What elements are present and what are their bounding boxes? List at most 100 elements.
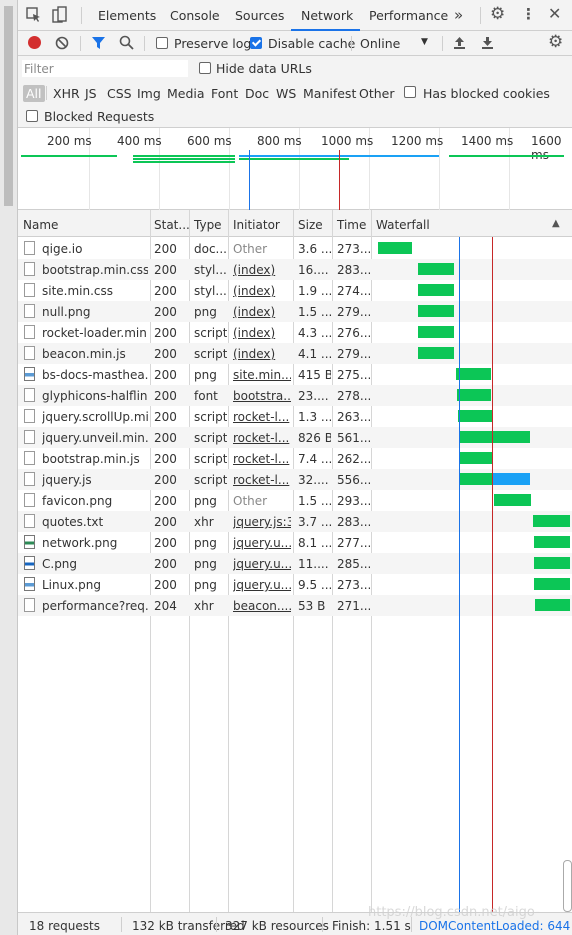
request-name[interactable]: bootstrap.min.js <box>42 452 148 466</box>
column-header-type[interactable]: Type <box>194 218 222 232</box>
waterfall-bar[interactable] <box>459 431 530 443</box>
request-initiator[interactable]: (index) <box>233 305 291 319</box>
filter-icon[interactable] <box>91 36 106 50</box>
overview-timeline[interactable]: 200 ms 400 ms 600 ms 800 ms 1000 ms 1200… <box>18 128 572 210</box>
type-filter-all[interactable]: All <box>23 85 45 102</box>
waterfall-bar[interactable] <box>459 452 492 464</box>
type-filter-manifest[interactable]: Manifest <box>303 86 356 101</box>
request-name[interactable]: site.min.css <box>42 284 148 298</box>
request-name[interactable]: quotes.txt <box>42 515 148 529</box>
hide-data-urls-checkbox[interactable] <box>199 62 211 74</box>
waterfall-bar[interactable] <box>459 473 493 485</box>
waterfall-bar[interactable] <box>418 326 454 338</box>
waterfall-bar[interactable] <box>534 536 570 548</box>
type-filter-ws[interactable]: WS <box>276 86 296 101</box>
request-initiator[interactable]: rocket-l... <box>233 452 291 466</box>
waterfall-bar[interactable] <box>418 347 454 359</box>
type-filter-js[interactable]: JS <box>85 86 97 101</box>
dropdown-caret-icon[interactable]: ▼ <box>421 37 428 47</box>
request-row[interactable]: Linux.png 200 png jquery.u... 9.5 ... 273... <box>18 574 572 595</box>
more-options-icon[interactable]: ⋮ <box>521 5 536 23</box>
import-har-icon[interactable] <box>453 35 466 50</box>
column-header-size[interactable]: Size <box>298 218 323 232</box>
request-initiator[interactable]: (index) <box>233 284 291 298</box>
tab-console[interactable]: Console <box>170 8 220 23</box>
request-initiator[interactable]: (index) <box>233 347 291 361</box>
column-header-name[interactable]: Name <box>23 218 58 232</box>
request-row[interactable]: glyphicons-halflin... 200 font bootstra... 2… <box>18 385 572 406</box>
request-initiator[interactable]: rocket-l... <box>233 410 291 424</box>
request-row[interactable]: jquery.scrollUp.mi... 200 script rocket-l..… <box>18 406 572 427</box>
tab-network[interactable]: Network <box>301 8 353 23</box>
request-initiator[interactable]: bootstra... <box>233 389 291 403</box>
waterfall-bar[interactable] <box>534 578 570 590</box>
request-name[interactable]: glyphicons-halflin... <box>42 389 148 403</box>
request-row[interactable]: network.png 200 png jquery.u... 8.1 ... 277..… <box>18 532 572 553</box>
request-initiator[interactable]: (index) <box>233 263 291 277</box>
tab-performance[interactable]: Performance <box>369 8 448 23</box>
request-row[interactable]: bootstrap.min.js 200 script rocket-l... 7.4 … <box>18 448 572 469</box>
request-name[interactable]: favicon.png <box>42 494 148 508</box>
waterfall-bar[interactable] <box>457 389 491 401</box>
request-initiator[interactable]: rocket-l... <box>233 431 291 445</box>
request-name[interactable]: qige.io <box>42 242 148 256</box>
filter-input[interactable] <box>22 60 188 77</box>
close-icon[interactable]: ✕ <box>548 4 561 23</box>
request-initiator[interactable]: beacon.... <box>233 599 291 613</box>
type-filter-img[interactable]: Img <box>137 86 161 101</box>
request-name[interactable]: Linux.png <box>42 578 148 592</box>
waterfall-bar[interactable] <box>535 599 570 611</box>
device-toolbar-icon[interactable] <box>52 6 68 24</box>
request-row[interactable]: performance?req... 204 xhr beacon.... 53 B 27… <box>18 595 572 616</box>
blocked-requests-checkbox[interactable] <box>26 110 38 122</box>
preserve-log-checkbox[interactable] <box>156 37 168 49</box>
disable-cache-checkbox[interactable] <box>250 37 262 49</box>
waterfall-bar[interactable] <box>534 557 570 569</box>
clear-icon[interactable] <box>55 36 69 50</box>
request-name[interactable]: network.png <box>42 536 148 550</box>
waterfall-bar[interactable] <box>494 494 531 506</box>
left-scrollbar-thumb[interactable] <box>4 6 13 206</box>
request-row[interactable]: jquery.js 200 script rocket-l... 32.... 556..… <box>18 469 572 490</box>
record-icon[interactable] <box>28 36 41 49</box>
request-name[interactable]: jquery.js <box>42 473 148 487</box>
request-name[interactable]: C.png <box>42 557 148 571</box>
export-har-icon[interactable] <box>481 35 494 50</box>
request-row[interactable]: jquery.unveil.min.js 200 script rocket-l...… <box>18 427 572 448</box>
column-header-waterfall[interactable]: Waterfall <box>376 218 430 232</box>
sort-ascending-icon[interactable]: ▲ <box>552 218 560 229</box>
request-row[interactable]: null.png 200 png (index) 1.5 ... 279... <box>18 301 572 322</box>
type-filter-other[interactable]: Other <box>359 86 395 101</box>
settings-gear-icon[interactable]: ⚙ <box>490 4 505 24</box>
type-filter-media[interactable]: Media <box>167 86 205 101</box>
request-name[interactable]: bootstrap.min.css <box>42 263 148 277</box>
table-scrollbar-thumb[interactable] <box>563 860 572 912</box>
tab-elements[interactable]: Elements <box>98 8 156 23</box>
waterfall-bar[interactable] <box>418 305 454 317</box>
search-icon[interactable] <box>119 35 134 50</box>
request-row[interactable]: quotes.txt 200 xhr jquery.js:3 3.7 ... 283... <box>18 511 572 532</box>
request-row[interactable]: favicon.png 200 png Other 1.5 ... 293... <box>18 490 572 511</box>
request-row[interactable]: beacon.min.js 200 script (index) 4.1 ... 279.… <box>18 343 572 364</box>
request-initiator[interactable]: jquery.u... <box>233 536 291 550</box>
waterfall-bar[interactable] <box>456 368 491 380</box>
type-filter-font[interactable]: Font <box>211 86 238 101</box>
more-tabs-chevron-icon[interactable]: » <box>454 6 463 24</box>
request-name[interactable]: bs-docs-masthea... <box>42 368 148 382</box>
network-settings-gear-icon[interactable]: ⚙ <box>548 32 563 52</box>
waterfall-bar[interactable] <box>493 473 530 485</box>
column-header-initiator[interactable]: Initiator <box>233 218 280 232</box>
type-filter-css[interactable]: CSS <box>107 86 132 101</box>
request-initiator[interactable]: jquery.u... <box>233 578 291 592</box>
request-row[interactable]: rocket-loader.min.... 200 script (index) 4.3… <box>18 322 572 343</box>
inspect-element-icon[interactable] <box>26 7 42 23</box>
request-row[interactable]: C.png 200 png jquery.u... 11.... 285... <box>18 553 572 574</box>
request-row[interactable]: bootstrap.min.css 200 styl... (index) 16....… <box>18 259 572 280</box>
waterfall-bar[interactable] <box>418 263 454 275</box>
waterfall-bar[interactable] <box>418 284 454 296</box>
request-initiator[interactable]: jquery.u... <box>233 557 291 571</box>
type-filter-doc[interactable]: Doc <box>245 86 269 101</box>
request-initiator[interactable]: rocket-l... <box>233 473 291 487</box>
tab-sources[interactable]: Sources <box>235 8 284 23</box>
request-name[interactable]: rocket-loader.min.... <box>42 326 148 340</box>
